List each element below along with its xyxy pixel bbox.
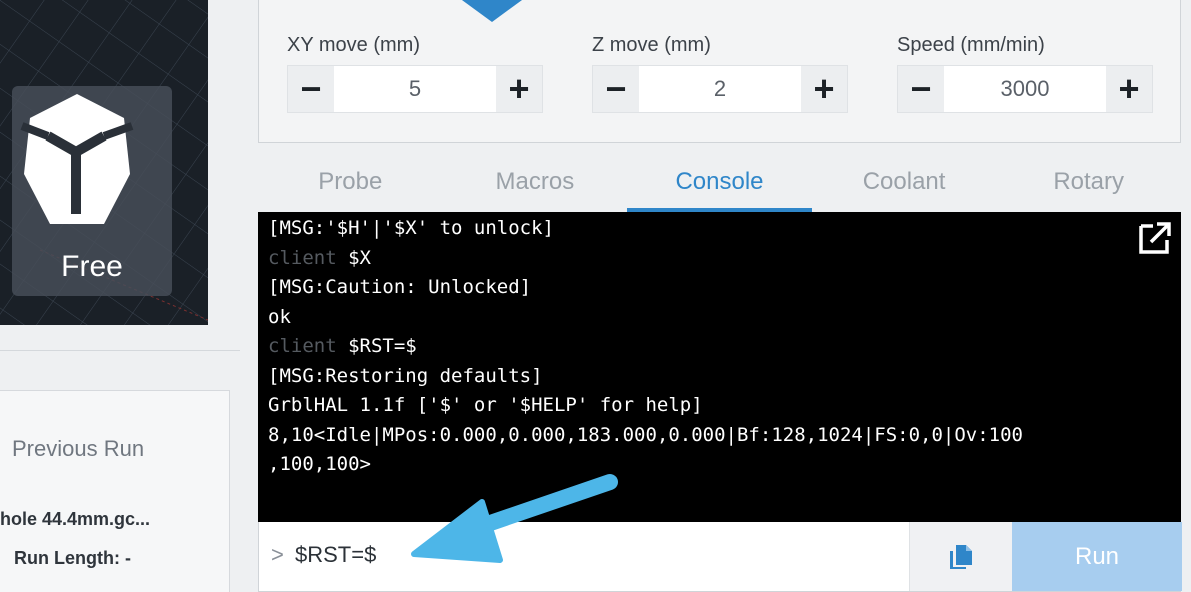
xy-increment-button[interactable]: + (496, 66, 542, 112)
speed-decrement-button[interactable]: − (898, 66, 944, 112)
xy-move-label: XY move (mm) (287, 34, 420, 56)
speed-group: Speed (mm/min) − 3000 + (897, 34, 1153, 113)
left-column: Free Previous Run hole 44.4mm.gc... Run … (0, 0, 240, 592)
3d-viewport[interactable]: Free (0, 0, 208, 325)
copy-icon (950, 544, 972, 569)
console-line: 8,10<Idle|MPos:0.000,0.000,183.000,0.000… (268, 423, 1023, 446)
xy-move-stepper: − 5 + (287, 65, 543, 113)
console-line: [MSG:Restoring defaults] (268, 364, 543, 387)
console-line: client $X (268, 246, 371, 269)
console-line: [MSG:Caution: Unlocked] (268, 276, 532, 298)
app-root: Free Previous Run hole 44.4mm.gc... Run … (0, 0, 1191, 592)
console-line: [MSG:'$H'|'$X' to unlock] (268, 217, 554, 239)
tool-tabs: Probe Macros Console Coolant Rotary (258, 152, 1181, 212)
speed-label: Speed (mm/min) (897, 34, 1045, 56)
cube-icon (20, 94, 134, 224)
z-move-stepper: − 2 + (592, 65, 848, 113)
run-button[interactable]: Run (1012, 522, 1182, 591)
external-link-icon[interactable] (1137, 220, 1173, 256)
left-divider (0, 350, 240, 351)
tab-coolant[interactable]: Coolant (812, 152, 997, 212)
copy-button[interactable] (909, 522, 1012, 591)
z-move-label: Z move (mm) (592, 34, 711, 56)
annotation-arrow-icon (411, 474, 618, 563)
command-prompt: > (271, 542, 284, 567)
preset-free-label: Free (61, 250, 123, 283)
preset-free-tile[interactable]: Free (12, 86, 172, 296)
previous-run-title: Previous Run (12, 436, 145, 461)
speed-increment-button[interactable]: + (1106, 66, 1152, 112)
speed-stepper: − 3000 + (897, 65, 1153, 113)
tab-rotary[interactable]: Rotary (996, 152, 1181, 212)
jog-panel: XY move (mm) − 5 + Z move (mm) − 2 + Spe… (258, 0, 1181, 143)
z-move-group: Z move (mm) − 2 + (592, 34, 848, 113)
previous-run-file: hole 44.4mm.gc... (0, 509, 151, 529)
console-output[interactable]: [MSG:'$H'|'$X' to unlock] client $X [MSG… (258, 212, 1181, 522)
z-increment-button[interactable]: + (801, 66, 847, 112)
xy-move-group: XY move (mm) − 5 + (287, 34, 543, 113)
console-line: ok (268, 305, 291, 328)
jog-down-arrow-icon[interactable] (451, 0, 533, 22)
command-row: > Run (258, 522, 1182, 592)
tab-console[interactable]: Console (627, 152, 812, 212)
previous-run-card: Previous Run hole 44.4mm.gc... Run Lengt… (0, 390, 230, 592)
tab-macros[interactable]: Macros (443, 152, 628, 212)
z-decrement-button[interactable]: − (593, 66, 639, 112)
previous-run-length: Run Length: - (14, 548, 131, 568)
console-line: GrblHAL 1.1f ['$' or '$HELP' for help] (268, 394, 703, 416)
console-line: client $RST=$ (268, 335, 417, 357)
speed-value[interactable]: 3000 (944, 66, 1106, 112)
tab-probe[interactable]: Probe (258, 152, 443, 212)
xy-move-value[interactable]: 5 (334, 66, 496, 112)
z-move-value[interactable]: 2 (639, 66, 801, 112)
xy-decrement-button[interactable]: − (288, 66, 334, 112)
